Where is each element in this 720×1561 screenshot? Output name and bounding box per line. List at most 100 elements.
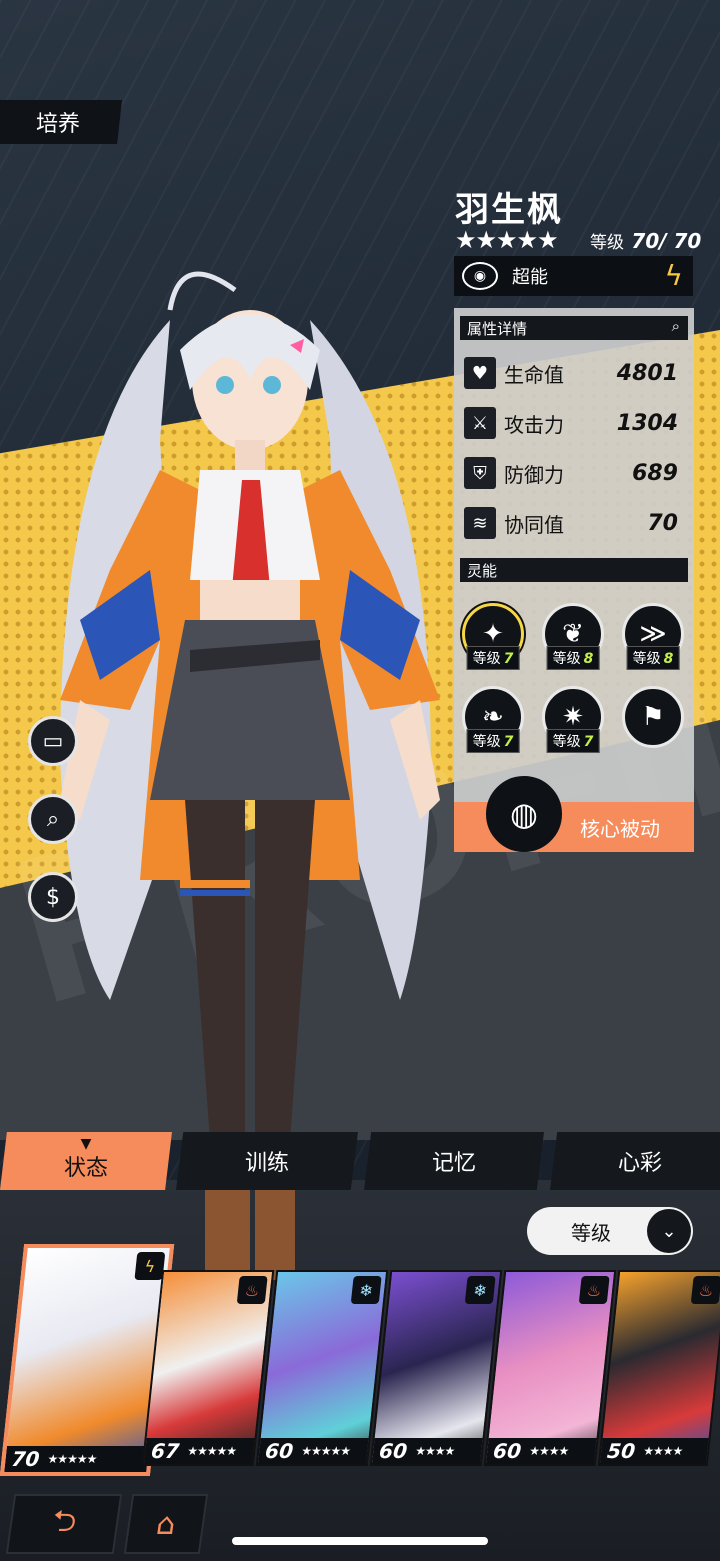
card-stars: ★★★★★ <box>300 1444 351 1458</box>
element-label: 超能 <box>512 267 548 288</box>
ice-element-icon: ❄ <box>464 1276 496 1304</box>
card-level: 50 <box>606 1439 637 1463</box>
card-footer: 70 ★★★★★ <box>4 1446 149 1472</box>
skill-level: 等级 7 <box>466 646 520 670</box>
stat-row-hp: ♥ 生命值 4801 <box>464 353 682 393</box>
skill-1[interactable]: ✦ 等级 7 <box>462 603 524 670</box>
maple-skill-icon: ❧ <box>482 702 504 732</box>
tab-pointer-icon: ▼ <box>80 1136 92 1152</box>
card-footer: 67 ★★★★★ <box>143 1438 255 1464</box>
ice-element-icon: ❄ <box>350 1276 382 1304</box>
element-bar[interactable]: ◉ 超能 ϟ <box>454 256 693 296</box>
tab-memory[interactable]: 记忆 <box>364 1132 544 1190</box>
roster-card-5[interactable]: ♨ 60 ★★★★ <box>483 1270 617 1466</box>
runner-skill-icon: ⚑ <box>641 702 665 732</box>
card-stars: ★★★★ <box>642 1444 684 1458</box>
burst-skill-icon: ✷ <box>562 702 584 732</box>
stat-row-synergy: ≋ 协同值 70 <box>464 503 682 543</box>
psi-header: 灵能 <box>460 558 688 582</box>
roster-card-2[interactable]: ♨ 67 ★★★★★ <box>141 1270 275 1466</box>
shield-icon: ⛨ <box>464 457 496 489</box>
card-level: 60 <box>264 1439 295 1463</box>
dash-skill-icon: ≫ <box>639 619 667 649</box>
wallet-icon: ▭ <box>42 728 64 754</box>
skill-level: 等级 7 <box>546 729 600 753</box>
stat-label: 协同值 <box>504 512 564 537</box>
back-button[interactable]: ⮌ <box>5 1494 123 1554</box>
character-level: 等级 70/ 70 <box>590 228 701 253</box>
character-model[interactable] <box>20 240 480 1280</box>
skill-5[interactable]: ✷ 等级 7 <box>542 686 604 753</box>
coin-tag-icon: $ <box>46 884 60 910</box>
skill-2[interactable]: ❦ 等级 8 <box>542 603 604 670</box>
core-passive-label: 核心被动 <box>580 816 660 841</box>
home-button[interactable]: ⌂ <box>123 1494 209 1554</box>
page-tag: 培养 <box>0 100 122 144</box>
character-name: 羽生枫 <box>455 190 563 230</box>
skill-6[interactable]: ⚑ <box>622 686 684 748</box>
synergy-icon: ≋ <box>464 507 496 539</box>
roster-card-6[interactable]: ♨ 50 ★★★★ <box>597 1270 720 1466</box>
stat-label: 防御力 <box>504 462 564 487</box>
stat-label: 攻击力 <box>504 412 564 437</box>
tab-training[interactable]: 训练 <box>176 1132 358 1190</box>
zoom-button[interactable]: ⌕ <box>28 794 78 844</box>
stat-value: 70 <box>647 510 678 536</box>
card-footer: 60 ★★★★ <box>371 1438 483 1464</box>
tab-label: 心彩 <box>617 1151 662 1176</box>
card-stars: ★★★★ <box>528 1444 570 1458</box>
sword-icon: ⚔ <box>464 407 496 439</box>
home-icon: ⌂ <box>154 1506 178 1542</box>
tab-heart-color[interactable]: 心彩 <box>550 1132 720 1190</box>
tab-label: 记忆 <box>431 1151 476 1176</box>
heart-pulse-icon: ♥ <box>464 357 496 389</box>
stats-panel: 属性详情 ⌕ ♥ 生命值 4801 ⚔ 攻击力 1304 ⛨ 防御力 689 ≋… <box>454 308 694 802</box>
core-passive-icon[interactable]: ◍ <box>486 776 562 852</box>
shop-button[interactable]: $ <box>28 872 78 922</box>
rarity-stars: ★★★★★ <box>455 226 559 254</box>
skill-level: 等级 8 <box>626 646 680 670</box>
slash-skill-icon: ✦ <box>482 619 504 649</box>
tab-label: 状态 <box>63 1156 108 1181</box>
skill-3[interactable]: ≫ 等级 8 <box>622 603 684 670</box>
fire-element-icon: ♨ <box>690 1276 720 1304</box>
back-arrow-icon: ⮌ <box>49 1503 79 1539</box>
sort-label: 等级 <box>571 1220 611 1245</box>
stat-row-defense: ⛨ 防御力 689 <box>464 453 682 493</box>
card-footer: 60 ★★★★ <box>485 1438 597 1464</box>
skill-level: 等级 7 <box>466 729 520 753</box>
card-footer: 60 ★★★★★ <box>257 1438 369 1464</box>
card-stars: ★★★★★ <box>46 1452 98 1466</box>
roster-card-3[interactable]: ❄ 60 ★★★★★ <box>255 1270 389 1466</box>
roster-card-4[interactable]: ❄ 60 ★★★★ <box>369 1270 503 1466</box>
psi-title: 灵能 <box>467 561 498 580</box>
chevron-down-icon: ⌄ <box>647 1209 691 1253</box>
leaf-skill-icon: ❦ <box>562 619 584 649</box>
card-level: 60 <box>492 1439 523 1463</box>
level-label: 等级 <box>590 233 624 253</box>
stat-value: 689 <box>632 460 678 486</box>
fire-element-icon: ♨ <box>578 1276 610 1304</box>
attributes-title: 属性详情 <box>467 319 528 338</box>
stat-value: 4801 <box>616 360 678 386</box>
home-indicator[interactable] <box>232 1537 488 1545</box>
level-value: 70/ 70 <box>631 229 702 253</box>
stat-label: 生命值 <box>504 362 564 387</box>
skill-level: 等级 8 <box>546 646 600 670</box>
card-level: 60 <box>378 1439 409 1463</box>
skill-4[interactable]: ❧ 等级 7 <box>462 686 524 753</box>
tab-label: 训练 <box>244 1151 289 1176</box>
tab-status[interactable]: ▼ 状态 <box>0 1132 172 1190</box>
card-stars: ★★★★ <box>414 1444 456 1458</box>
wallet-button[interactable]: ▭ <box>28 716 78 766</box>
stat-value: 1304 <box>616 410 678 436</box>
card-level: 67 <box>150 1439 181 1463</box>
card-footer: 50 ★★★★ <box>599 1438 709 1464</box>
sort-dropdown[interactable]: 等级 ⌄ <box>527 1207 693 1255</box>
lightning-bolt-icon: ϟ <box>664 259 683 292</box>
card-stars: ★★★★★ <box>186 1444 237 1458</box>
search-icon[interactable]: ⌕ <box>672 317 680 335</box>
psychic-element-icon: ◉ <box>462 262 498 290</box>
attributes-header[interactable]: 属性详情 ⌕ <box>460 316 688 340</box>
card-level: 70 <box>10 1447 41 1471</box>
